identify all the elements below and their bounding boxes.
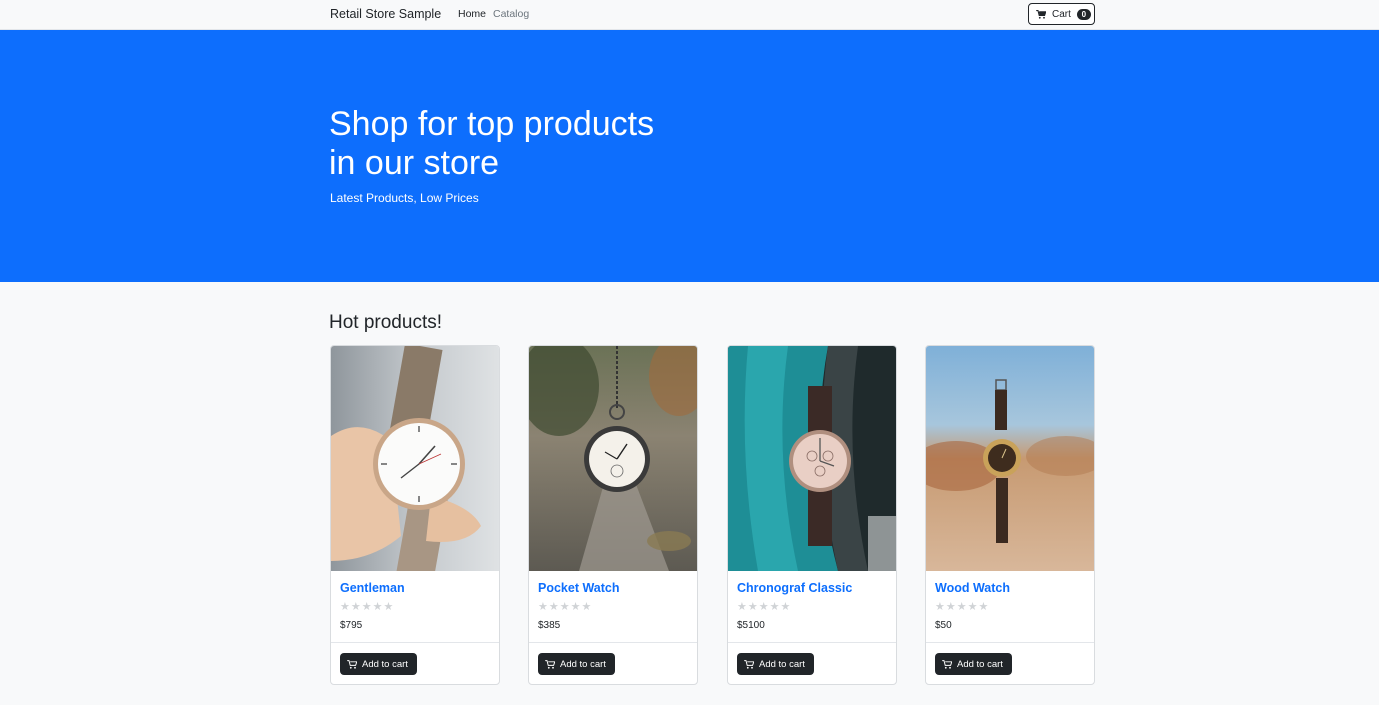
product-name-link[interactable]: Pocket Watch	[538, 581, 620, 595]
product-card: Wood Watch ★★★★★ $50 Add to cart	[925, 345, 1095, 685]
top-navbar: Retail Store Sample Home Catalog Cart 0	[0, 0, 1379, 30]
cart-label: Cart	[1052, 8, 1071, 20]
add-to-cart-button[interactable]: Add to cart	[340, 653, 417, 675]
nav-link-catalog[interactable]: Catalog	[493, 8, 529, 20]
hero-subtitle: Latest Products, Low Prices	[330, 191, 479, 205]
cart-icon	[1036, 9, 1046, 19]
product-price: $50	[935, 620, 952, 631]
cart-icon	[744, 659, 754, 669]
cart-count-badge: 0	[1076, 8, 1091, 20]
product-price: $795	[340, 620, 363, 631]
product-name-link[interactable]: Wood Watch	[935, 581, 1010, 595]
brand-link[interactable]: Retail Store Sample	[330, 7, 441, 21]
hero-banner: Shop for top products in our store Lates…	[0, 30, 1379, 282]
product-card-body: Gentleman ★★★★★ $795	[331, 571, 499, 642]
add-to-cart-label: Add to cart	[362, 658, 408, 670]
add-to-cart-label: Add to cart	[759, 658, 805, 670]
rating-stars: ★★★★★	[538, 601, 593, 613]
rating-stars: ★★★★★	[340, 601, 395, 613]
product-card-body: Wood Watch ★★★★★ $50	[926, 571, 1094, 642]
add-to-cart-label: Add to cart	[560, 658, 606, 670]
product-image[interactable]	[926, 346, 1094, 571]
product-card-footer: Add to cart	[926, 642, 1094, 684]
product-name-link[interactable]: Gentleman	[340, 581, 405, 595]
product-image[interactable]	[529, 346, 697, 571]
product-price: $385	[538, 620, 561, 631]
product-card-footer: Add to cart	[728, 642, 896, 684]
cart-icon	[942, 659, 952, 669]
add-to-cart-button[interactable]: Add to cart	[538, 653, 615, 675]
cart-icon	[545, 659, 555, 669]
product-card: Chronograf Classic ★★★★★ $5100 Add to ca…	[727, 345, 897, 685]
product-card-body: Pocket Watch ★★★★★ $385	[529, 571, 697, 642]
rating-stars: ★★★★★	[737, 601, 792, 613]
add-to-cart-label: Add to cart	[957, 658, 1003, 670]
cart-button[interactable]: Cart 0	[1028, 3, 1095, 25]
cart-icon	[347, 659, 357, 669]
nav-link-home[interactable]: Home	[458, 8, 486, 20]
product-image[interactable]	[331, 346, 499, 571]
product-card: Gentleman ★★★★★ $795 Add to cart	[330, 345, 500, 685]
product-card-body: Chronograf Classic ★★★★★ $5100	[728, 571, 896, 642]
product-price: $5100	[737, 620, 765, 631]
hero-title: Shop for top products in our store	[329, 105, 655, 182]
rating-stars: ★★★★★	[935, 601, 990, 613]
product-card-footer: Add to cart	[529, 642, 697, 684]
section-title: Hot products!	[329, 312, 442, 333]
add-to-cart-button[interactable]: Add to cart	[737, 653, 814, 675]
product-card: Pocket Watch ★★★★★ $385 Add to cart	[528, 345, 698, 685]
product-card-footer: Add to cart	[331, 642, 499, 684]
add-to-cart-button[interactable]: Add to cart	[935, 653, 1012, 675]
product-name-link[interactable]: Chronograf Classic	[737, 581, 852, 595]
product-image[interactable]	[728, 346, 896, 571]
